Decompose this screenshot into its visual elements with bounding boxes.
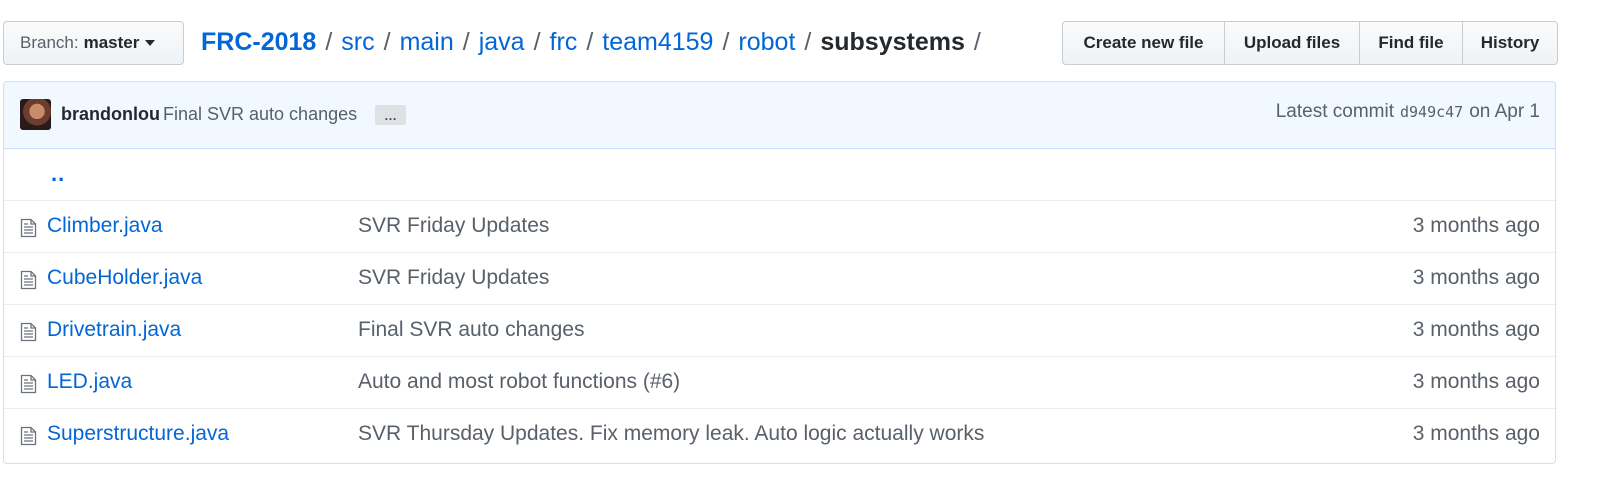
file-commit-message-link[interactable]: SVR Friday Updates bbox=[358, 214, 549, 238]
file-text-icon bbox=[20, 218, 37, 238]
commit-sha-link[interactable]: d949c47 bbox=[1394, 101, 1469, 123]
file-commit-message-link[interactable]: SVR Thursday Updates. Fix memory leak. A… bbox=[358, 422, 984, 446]
file-commit-message-link[interactable]: Final SVR auto changes bbox=[358, 318, 584, 342]
branch-value: master bbox=[83, 33, 140, 52]
parent-directory-link[interactable]: .. bbox=[51, 161, 65, 187]
latest-commit-info: Latest commit d949c47 on Apr 1 bbox=[1276, 101, 1540, 123]
table-row: Drivetrain.java Final SVR auto changes 3… bbox=[4, 305, 1555, 357]
breadcrumb-link-src[interactable]: src bbox=[341, 28, 374, 57]
breadcrumb-link-java[interactable]: java bbox=[479, 28, 525, 57]
branch-label: Branch: bbox=[20, 33, 79, 52]
file-listing: brandonlou Final SVR auto changes … Late… bbox=[3, 81, 1556, 464]
breadcrumb-link-team4159[interactable]: team4159 bbox=[602, 28, 713, 57]
file-actions-toolbar: Create new file Upload files Find file H… bbox=[1062, 21, 1558, 65]
commit-expand-button[interactable]: … bbox=[375, 105, 406, 125]
avatar[interactable] bbox=[20, 99, 51, 130]
file-name-link[interactable]: LED.java bbox=[47, 370, 132, 394]
file-name-link[interactable]: Climber.java bbox=[47, 214, 163, 238]
table-row: CubeHolder.java SVR Friday Updates 3 mon… bbox=[4, 253, 1555, 305]
breadcrumb-link-robot[interactable]: robot bbox=[738, 28, 795, 57]
breadcrumb: FRC-2018 / src / main / java / frc / tea… bbox=[201, 25, 990, 59]
create-new-file-button[interactable]: Create new file bbox=[1062, 21, 1225, 65]
commit-message-link[interactable]: Final SVR auto changes bbox=[163, 104, 357, 125]
branch-select-button[interactable]: Branch: master bbox=[3, 21, 184, 65]
file-age: 3 months ago bbox=[1412, 214, 1540, 237]
file-commit-message-link[interactable]: SVR Friday Updates bbox=[358, 266, 549, 290]
breadcrumb-current: subsystems bbox=[820, 27, 965, 56]
latest-commit-label: Latest commit bbox=[1275, 101, 1394, 122]
find-file-button[interactable]: Find file bbox=[1359, 21, 1463, 65]
file-age: 3 months ago bbox=[1412, 370, 1540, 393]
file-age: 3 months ago bbox=[1412, 266, 1540, 289]
breadcrumb-link-main[interactable]: main bbox=[400, 28, 454, 57]
file-name-link[interactable]: Superstructure.java bbox=[47, 422, 229, 446]
history-button[interactable]: History bbox=[1462, 21, 1558, 65]
file-name-link[interactable]: CubeHolder.java bbox=[47, 266, 202, 290]
file-text-icon bbox=[20, 374, 37, 394]
parent-directory-row: .. bbox=[4, 149, 1555, 201]
breadcrumb-separator: / bbox=[462, 27, 470, 56]
file-age: 3 months ago bbox=[1412, 318, 1540, 341]
table-row: Superstructure.java SVR Thursday Updates… bbox=[4, 409, 1555, 461]
table-row: LED.java Auto and most robot functions (… bbox=[4, 357, 1555, 409]
breadcrumb-repo-link[interactable]: FRC-2018 bbox=[201, 28, 316, 57]
chevron-down-icon bbox=[145, 40, 156, 46]
commit-author-link[interactable]: brandonlou bbox=[61, 104, 160, 125]
commit-date: on Apr 1 bbox=[1469, 101, 1540, 122]
file-text-icon bbox=[20, 426, 37, 446]
commit-sha: d949c47 bbox=[1400, 103, 1464, 121]
file-age: 3 months ago bbox=[1412, 422, 1540, 445]
latest-commit-bar: brandonlou Final SVR auto changes … Late… bbox=[4, 82, 1555, 149]
breadcrumb-link-frc[interactable]: frc bbox=[550, 28, 578, 57]
breadcrumb-separator: / bbox=[383, 27, 391, 56]
breadcrumb-separator: / bbox=[804, 27, 812, 56]
upload-files-button[interactable]: Upload files bbox=[1224, 21, 1360, 65]
breadcrumb-separator: / bbox=[586, 27, 594, 56]
file-text-icon bbox=[20, 270, 37, 290]
table-row: Climber.java SVR Friday Updates 3 months… bbox=[4, 201, 1555, 253]
breadcrumb-separator: / bbox=[325, 27, 333, 56]
file-commit-message-link[interactable]: Auto and most robot functions (#6) bbox=[358, 370, 680, 394]
breadcrumb-separator: / bbox=[722, 27, 730, 56]
breadcrumb-separator: / bbox=[533, 27, 541, 56]
breadcrumb-separator: / bbox=[973, 27, 981, 56]
file-name-link[interactable]: Drivetrain.java bbox=[47, 318, 181, 342]
file-text-icon bbox=[20, 322, 37, 342]
